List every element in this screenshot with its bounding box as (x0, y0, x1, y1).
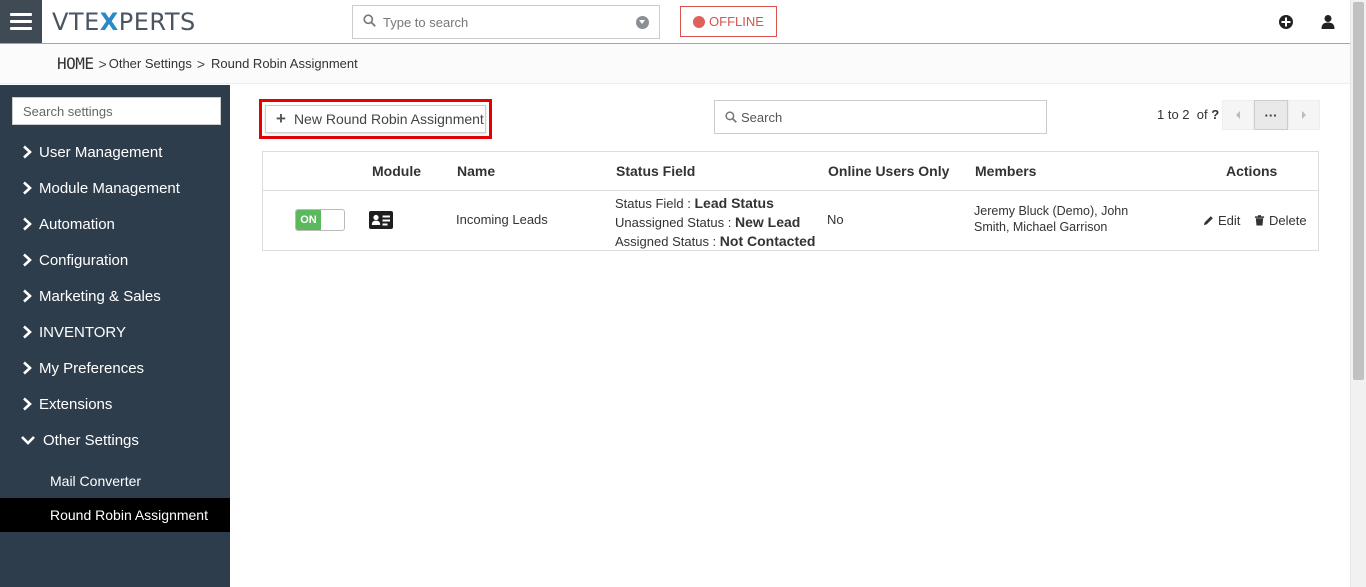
active-toggle[interactable]: ON (295, 209, 345, 231)
page-scrollbar[interactable] (1350, 0, 1366, 587)
column-header-name[interactable]: Name (457, 163, 495, 179)
sidebar-subitem-round-robin-assignment[interactable]: Round Robin Assignment (0, 498, 230, 532)
breadcrumb-separator: > (196, 55, 206, 72)
search-icon (725, 111, 737, 123)
chevron-right-icon (23, 289, 32, 303)
settings-search (12, 97, 221, 125)
chevron-down-icon (21, 436, 35, 445)
previous-page-button[interactable] (1222, 100, 1254, 130)
new-round-robin-assignment-button[interactable]: + New Round Robin Assignment (265, 105, 486, 133)
sidebar-item-configuration[interactable]: Configuration (0, 242, 230, 278)
status-dot-icon (693, 15, 706, 28)
global-search (352, 5, 660, 39)
sidebar-item-extensions[interactable]: Extensions (0, 386, 230, 422)
chevron-right-icon (23, 217, 32, 231)
chevron-right-icon (23, 145, 32, 159)
sidebar-item-user-management[interactable]: User Management (0, 134, 230, 170)
page-jump-button[interactable]: ··· (1254, 100, 1288, 130)
sidebar-item-inventory[interactable]: INVENTORY (0, 314, 230, 350)
offline-button[interactable]: OFFLINE (680, 6, 777, 37)
breadcrumb-parent[interactable]: Other Settings (109, 56, 192, 71)
sidebar-item-automation[interactable]: Automation (0, 206, 230, 242)
breadcrumb: HOME > Other Settings > Round Robin Assi… (0, 44, 1350, 84)
pencil-icon (1203, 216, 1213, 226)
column-header-actions: Actions (1226, 163, 1278, 179)
chevron-down-icon[interactable] (636, 16, 649, 29)
chevron-right-icon (23, 361, 32, 375)
top-bar: VTEXPERTS OFFLINE (0, 0, 1350, 44)
table-header: Module Name Status Field Online Users On… (263, 152, 1318, 191)
column-header-online-users[interactable]: Online Users Only (828, 163, 949, 179)
global-search-input[interactable] (383, 6, 623, 38)
row-name: Incoming Leads (456, 212, 548, 227)
row-online-users: No (827, 212, 844, 227)
breadcrumb-current: Round Robin Assignment (211, 56, 358, 71)
plus-icon: + (276, 109, 286, 128)
sidebar-item-my-preferences[interactable]: My Preferences (0, 350, 230, 386)
scrollbar-thumb[interactable] (1353, 2, 1364, 380)
edit-button[interactable]: Edit (1203, 213, 1240, 228)
round-robin-table: Module Name Status Field Online Users On… (262, 151, 1319, 251)
chevron-left-icon (1236, 111, 1240, 119)
chevron-right-icon (23, 253, 32, 267)
pagination-controls: ··· (1222, 100, 1320, 130)
next-page-button[interactable] (1288, 100, 1320, 130)
pagination-info: 1 to 2 of ? (1157, 107, 1220, 122)
column-header-module[interactable]: Module (372, 163, 421, 179)
plus-circle-icon[interactable] (1278, 14, 1294, 30)
breadcrumb-home[interactable]: HOME (57, 54, 94, 73)
column-header-members[interactable]: Members (975, 163, 1036, 179)
chevron-right-icon (23, 181, 32, 195)
user-icon[interactable] (1320, 14, 1336, 30)
chevron-right-icon (23, 325, 32, 339)
row-members: Jeremy Bluck (Demo), John Smith, Michael… (974, 204, 1129, 234)
logo[interactable]: VTEXPERTS (52, 9, 196, 35)
table-row[interactable]: ON Incoming Leads Status Field : Lead St… (273, 191, 1318, 251)
chevron-right-icon (1302, 111, 1306, 119)
column-header-status-field[interactable]: Status Field (616, 163, 695, 179)
delete-button[interactable]: Delete (1254, 213, 1307, 228)
sidebar-subitem-mail-converter[interactable]: Mail Converter (0, 464, 230, 498)
sidebar-item-other-settings[interactable]: Other Settings (0, 422, 230, 458)
menu-icon[interactable] (0, 0, 42, 43)
trash-icon (1254, 215, 1265, 226)
sidebar-item-marketing-sales[interactable]: Marketing & Sales (0, 278, 230, 314)
search-icon (363, 14, 376, 27)
highlight-box: + New Round Robin Assignment (259, 99, 492, 139)
settings-sidebar: User Management Module Management Automa… (0, 85, 230, 587)
sidebar-item-module-management[interactable]: Module Management (0, 170, 230, 206)
list-search (714, 100, 1047, 134)
total-count-button[interactable]: ? (1211, 107, 1219, 122)
chevron-right-icon (23, 397, 32, 411)
row-status-field: Status Field : Lead Status Unassigned St… (615, 195, 816, 249)
contact-card-icon (369, 211, 393, 229)
settings-search-input[interactable] (13, 98, 220, 124)
breadcrumb-separator: > (98, 55, 107, 72)
list-search-input[interactable] (741, 101, 1041, 133)
